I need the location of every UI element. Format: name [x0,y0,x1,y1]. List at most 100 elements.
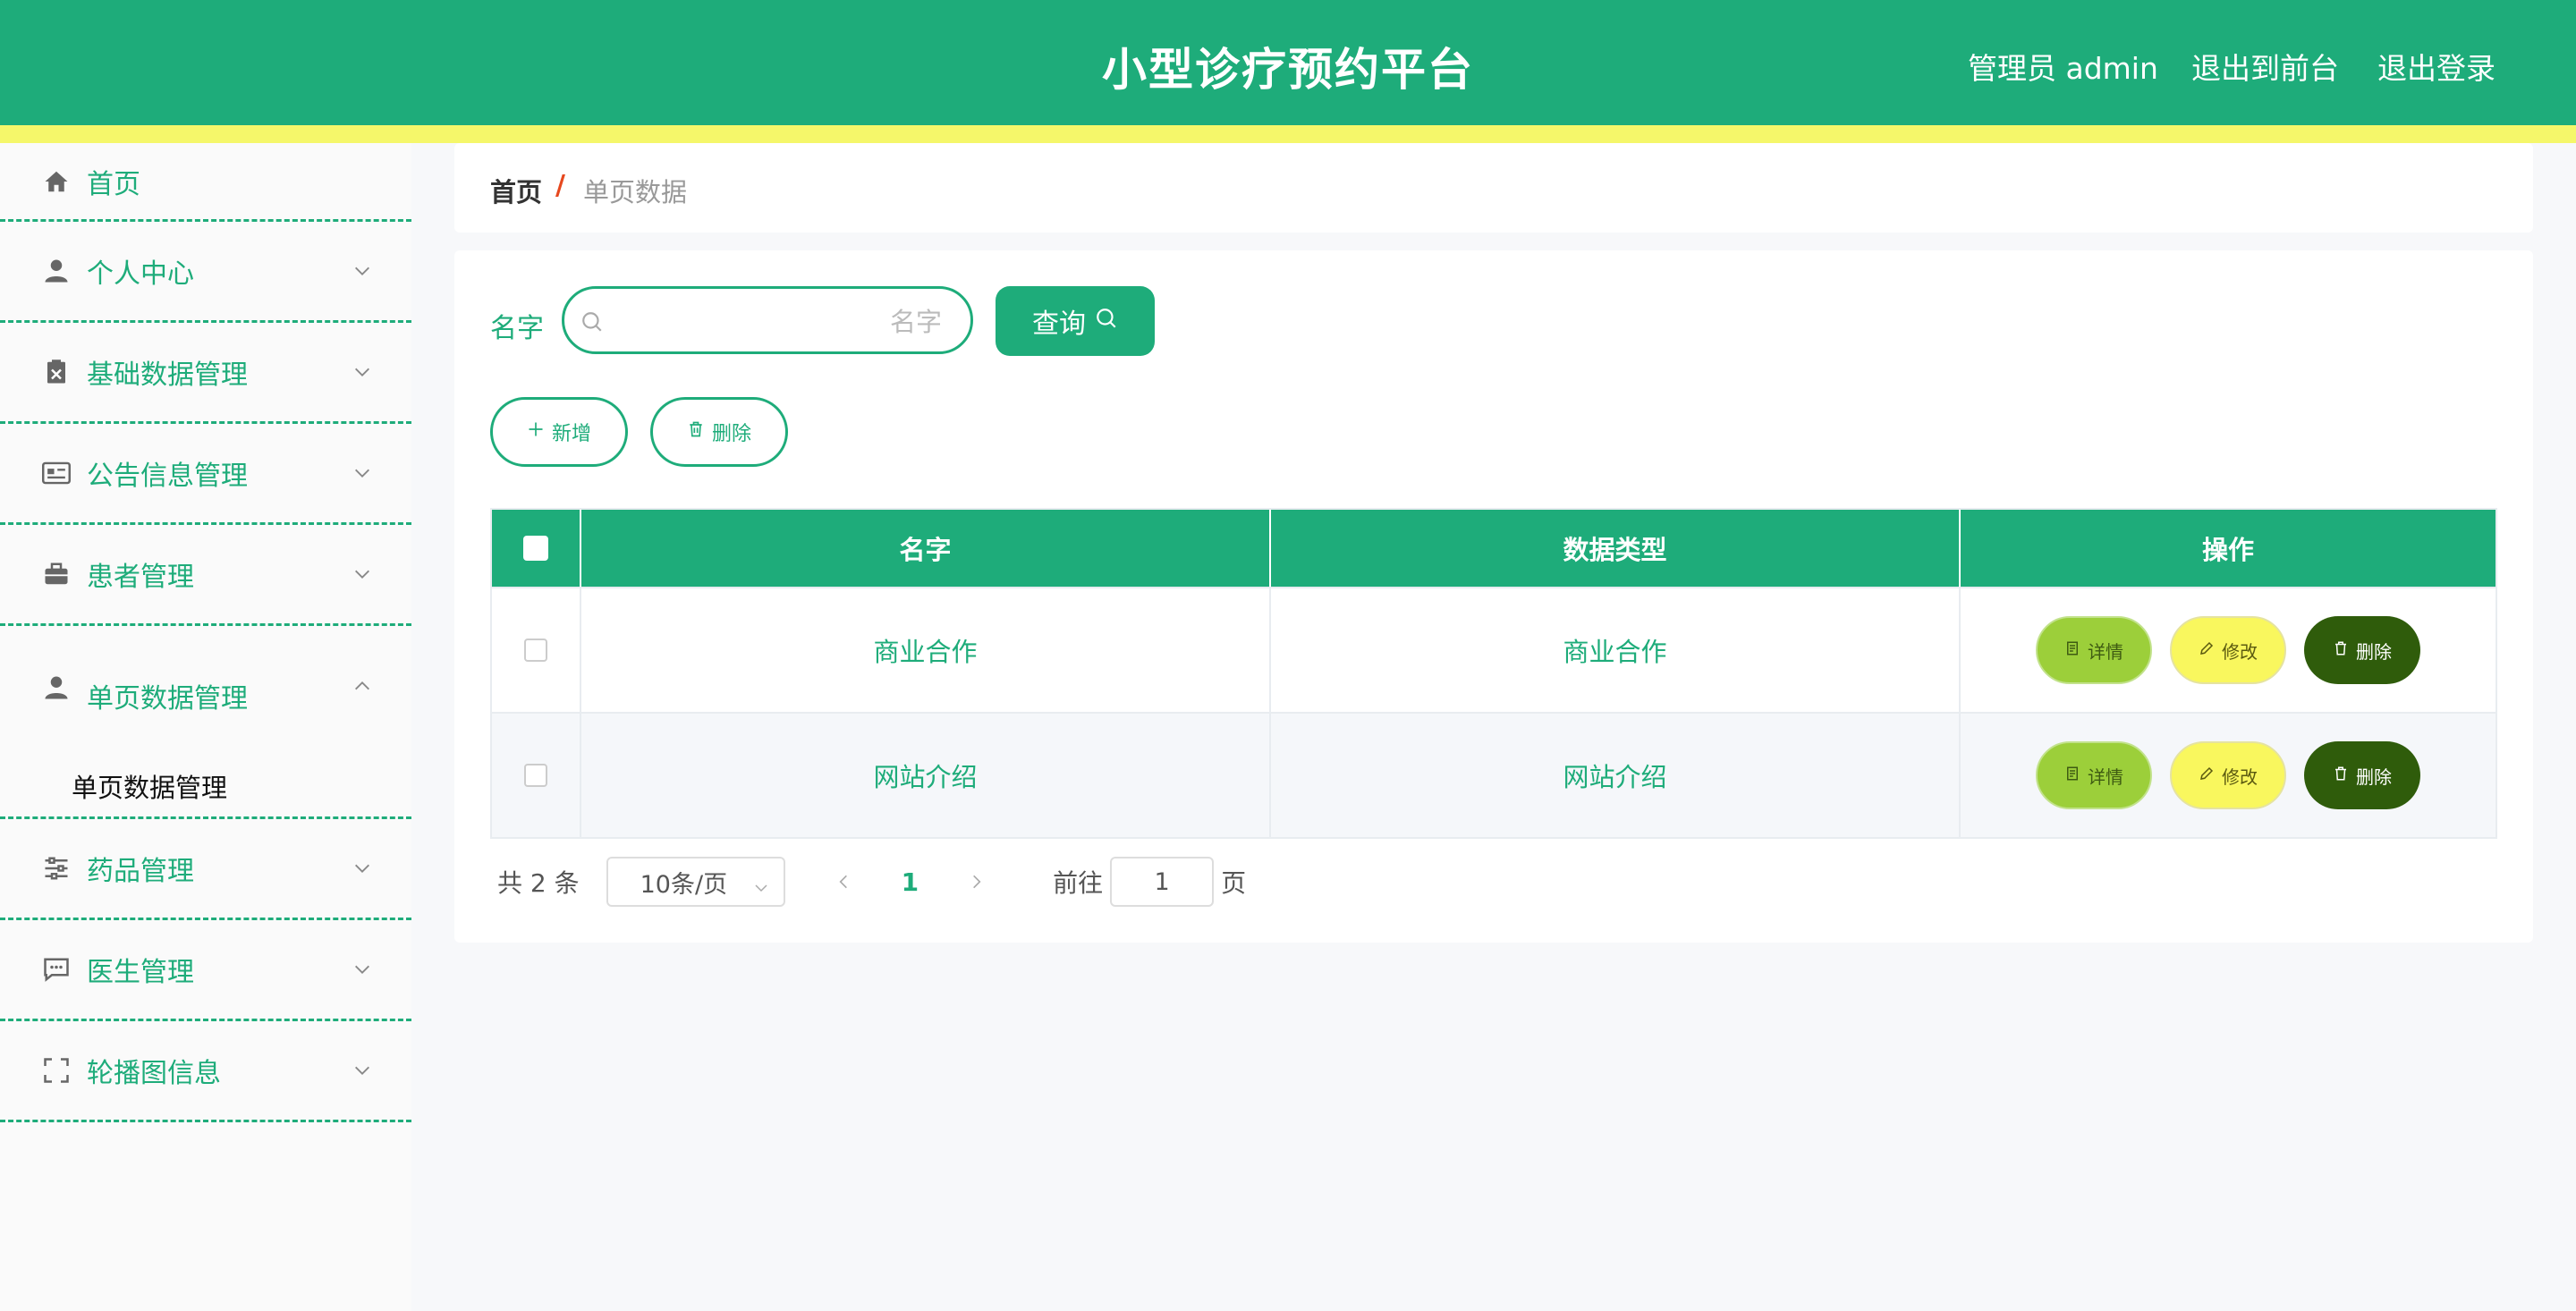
trash-icon [2333,765,2349,786]
search-box [562,286,973,354]
search-label: 名字 [490,313,544,344]
column-header-actions: 操作 [2201,535,2254,565]
breadcrumb: 首页 / 单页数据 [454,143,2533,233]
sidebar-item-label: 基础数据管理 [87,359,248,391]
table-row: 网站介绍 网站介绍 详情 修改 删除 [492,712,2496,837]
user-icon [41,256,72,286]
cell-name: 网站介绍 [581,714,1271,837]
next-page-button[interactable] [963,868,990,895]
sidebar-item-label: 单页数据管理 [87,683,248,715]
cell-type: 网站介绍 [1271,714,1961,837]
goto-label: 前往 [1053,868,1104,898]
cell-type: 商业合作 [1271,588,1961,712]
delete-button-label: 删除 [2356,765,2392,788]
fullscreen-icon [41,1055,72,1086]
delete-button[interactable]: 删除 [2304,616,2420,684]
page-number-current[interactable]: 1 [902,867,919,897]
total-count: 共 2 条 [497,868,580,898]
pagination: 共 2 条 10条/页 1 前往 页 [497,855,1246,909]
sidebar-item-label: 药品管理 [87,856,194,887]
chevron-down-icon [352,1061,372,1080]
delete-button-label: 删除 [2356,640,2392,663]
query-button[interactable]: 查询 [996,286,1155,356]
chevron-down-icon [352,564,372,584]
plus-icon [527,420,545,444]
sidebar-item-label: 患者管理 [87,562,194,593]
logout-link[interactable]: 退出登录 [2377,45,2496,88]
select-all-checkbox[interactable] [523,536,548,561]
sliders-icon [41,853,72,884]
home-icon [41,166,72,197]
chevron-up-icon [352,676,372,696]
sidebar-item-medicine[interactable]: 药品管理 [0,819,411,920]
top-header: 小型诊疗预约平台 管理员 admin 退出到前台 退出登录 [0,0,2576,143]
sidebar-item-basic-data[interactable]: 基础数据管理 [0,323,411,424]
page-unit-label: 页 [1221,868,1247,898]
delete-button[interactable]: 删除 [2304,741,2420,809]
trash-icon [687,420,705,444]
edit-button-label: 修改 [2222,765,2258,788]
sidebar-item-label: 公告信息管理 [87,461,248,492]
content-card: 名字 查询 新增 删除 名字 数据类型 操作 商业合作 商业合作 [454,250,2533,943]
document-icon [2064,765,2080,786]
trash-icon [2333,639,2349,661]
document-icon [2064,639,2080,661]
edit-button[interactable]: 修改 [2170,616,2286,684]
app-title: 小型诊疗预约平台 [1102,44,1474,96]
sidebar-item-home[interactable]: 首页 [0,143,411,222]
sidebar-item-label: 个人中心 [87,258,194,290]
chevron-down-icon [753,875,769,892]
user-icon [41,672,72,703]
row-checkbox[interactable] [524,764,547,787]
delete-button-label: 删除 [711,423,751,445]
submenu-item-single-page-data[interactable]: 单页数据管理 [72,767,227,805]
sidebar: 首页 个人中心 基础数据管理 公告信息管理 患者管理 单页数据管理 单页数据管理… [0,143,411,1311]
search-icon [580,310,604,334]
column-header-type: 数据类型 [1271,510,1961,587]
current-user: 管理员 admin [1968,51,2158,86]
pencil-icon [2199,765,2215,786]
sidebar-item-label: 医生管理 [87,957,194,988]
exit-to-frontend-link[interactable]: 退出到前台 [2191,45,2339,88]
page-size-select[interactable]: 10条/页 [606,857,785,907]
breadcrumb-home[interactable]: 首页 [490,172,542,209]
sidebar-item-doctors[interactable]: 医生管理 [0,920,411,1021]
chevron-down-icon [352,463,372,483]
row-checkbox[interactable] [524,639,547,662]
batch-delete-button[interactable]: 删除 [650,397,788,467]
edit-button[interactable]: 修改 [2170,741,2286,809]
add-button-label: 新增 [551,423,591,445]
page-size-value: 10条/页 [640,870,728,899]
detail-button-label: 详情 [2088,765,2123,788]
sidebar-item-carousel[interactable]: 轮播图信息 [0,1021,411,1122]
cell-name: 商业合作 [581,588,1271,712]
breadcrumb-current: 单页数据 [583,177,688,207]
query-button-label: 查询 [1032,309,1086,340]
prev-page-button[interactable] [830,868,857,895]
chevron-down-icon [352,261,372,281]
add-button[interactable]: 新增 [490,397,628,467]
sidebar-item-notice[interactable]: 公告信息管理 [0,424,411,525]
breadcrumb-separator: / [555,170,565,201]
edit-button-label: 修改 [2222,640,2258,663]
sidebar-item-label: 轮播图信息 [87,1058,221,1089]
chevron-down-icon [352,858,372,878]
search-input[interactable] [618,301,944,343]
column-header-name: 名字 [581,510,1271,587]
goto-page-input[interactable] [1110,857,1215,907]
table-header: 名字 数据类型 操作 [492,510,2496,587]
detail-button[interactable]: 详情 [2036,616,2152,684]
briefcase-icon [41,559,72,589]
sidebar-item-patients[interactable]: 患者管理 [0,525,411,626]
notice-icon [41,458,72,488]
sidebar-item-single-page-data[interactable]: 单页数据管理 单页数据管理 [0,626,411,819]
detail-button[interactable]: 详情 [2036,741,2152,809]
data-table: 名字 数据类型 操作 商业合作 商业合作 详情 修改 删除 网站介绍 网站介绍 … [490,508,2497,839]
chevron-down-icon [352,362,372,382]
detail-button-label: 详情 [2088,640,2123,663]
sidebar-item-profile[interactable]: 个人中心 [0,222,411,323]
chat-icon [41,954,72,985]
search-icon [1095,306,1118,337]
chevron-down-icon [352,960,372,979]
clipboard-icon [41,357,72,387]
